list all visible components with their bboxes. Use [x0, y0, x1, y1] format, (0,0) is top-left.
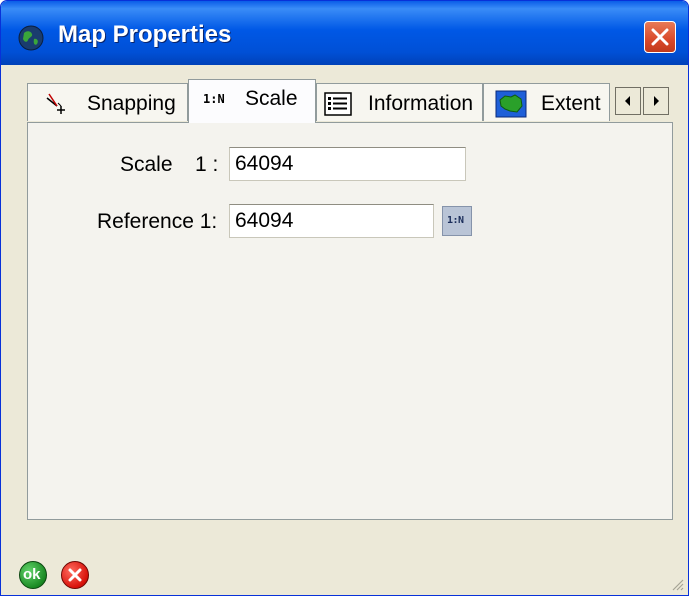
title-bar[interactable]: Map Properties [1, 1, 688, 65]
scale-prefix: 1 : [195, 153, 219, 176]
tab-scale[interactable]: 1:N Scale [188, 79, 316, 123]
tab-extent-label: Extent [541, 92, 601, 115]
scroll-left-icon [625, 96, 630, 106]
information-list-icon [324, 92, 352, 116]
extent-map-icon [495, 90, 527, 118]
scale-label: Scale [120, 153, 173, 176]
ok-icon: ok [23, 566, 41, 583]
map-properties-window: Map Properties Snapping 1:N Scale Inform… [0, 0, 689, 596]
cancel-x-icon [68, 568, 82, 582]
resize-grip-icon[interactable] [670, 577, 684, 591]
scroll-tabs-right-button[interactable] [643, 87, 669, 115]
globe-icon [18, 25, 44, 51]
set-reference-scale-button[interactable]: 1:N [442, 206, 472, 236]
window-title: Map Properties [58, 21, 232, 48]
snapping-icon [46, 93, 65, 114]
ok-button[interactable]: ok [19, 561, 47, 589]
cancel-button[interactable] [61, 561, 89, 589]
scale-input[interactable] [229, 147, 466, 181]
tab-strip: Snapping 1:N Scale Information Extent [27, 79, 672, 123]
close-button[interactable] [644, 21, 676, 53]
tab-extent[interactable]: Extent [483, 83, 610, 121]
scroll-right-icon [654, 96, 659, 106]
tab-information[interactable]: Information [316, 83, 483, 121]
tab-snapping[interactable]: Snapping [27, 83, 188, 121]
scale-ratio-icon: 1:N [203, 92, 225, 106]
scroll-tabs-left-button[interactable] [615, 87, 641, 115]
scale-ratio-button-icon: 1:N [447, 215, 464, 226]
tab-scale-label: Scale [245, 87, 298, 110]
reference-input[interactable] [229, 204, 434, 238]
tab-scroll-arrows [615, 87, 671, 117]
close-icon [651, 28, 669, 46]
tab-snapping-label: Snapping [87, 92, 176, 115]
scale-tab-panel [27, 122, 673, 520]
tab-information-label: Information [368, 92, 474, 115]
reference-label: Reference 1: [97, 210, 218, 233]
